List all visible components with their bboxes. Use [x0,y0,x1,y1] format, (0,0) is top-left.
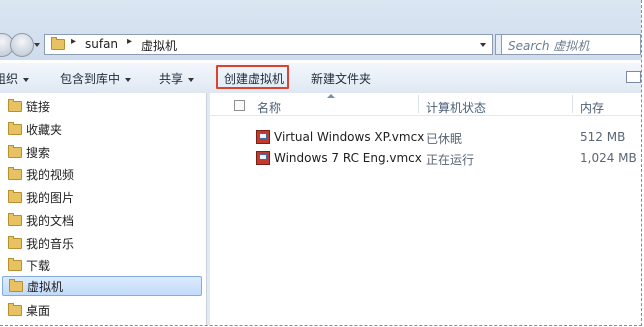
column-divider[interactable] [572,95,573,113]
column-header-row: 名称 计算机状态 内存 [210,93,641,116]
desktop-folder-icon [8,303,22,316]
chevron-down-icon [125,77,132,82]
forward-button[interactable] [10,33,34,57]
nav-item-label: 下载 [26,259,51,273]
chevron-down-icon [23,77,30,82]
folder-icon [51,37,65,50]
file-memory: 1,024 MB [580,151,637,165]
file-status: 已休眠 [426,132,463,146]
pictures-folder-icon [8,190,22,203]
nav-item-videos[interactable]: 我的视频 [8,164,204,184]
file-row[interactable]: Virtual Windows XP.vmcx 已休眠 512 MB [252,128,641,148]
recent-pages-dropdown-icon[interactable] [34,43,40,47]
nav-item-desktop[interactable]: 桌面 [8,300,204,320]
view-options-icon[interactable] [626,71,641,83]
nav-item-label: 我的图片 [26,191,75,205]
search-folder-icon [8,145,22,158]
column-header-name[interactable]: 名称 [257,99,281,116]
organize-button[interactable]: 组织 [0,70,30,87]
file-memory: 512 MB [580,130,626,144]
select-all-checkbox[interactable] [234,100,245,111]
breadcrumb-separator-icon[interactable]: ▸ [71,36,76,47]
file-list: 名称 计算机状态 内存 Virtual Windows XP.vmcx 已休眠 … [210,93,641,325]
nav-item-label: 收藏夹 [26,123,63,137]
breadcrumb-current[interactable]: 虚拟机 [141,37,177,54]
address-bar[interactable]: ▸ sufan ▸ 虚拟机 [44,34,493,55]
column-header-status[interactable]: 计算机状态 [426,99,486,116]
nav-item-label: 我的音乐 [26,237,75,251]
virtual-machine-file-icon [256,151,270,165]
include-in-library-button[interactable]: 包含到库中 [60,70,132,87]
navigation-pane: 链接 收藏夹 搜索 我的视频 我的图片 我的文档 我的音乐 下载 虚拟机 桌面 [0,93,206,325]
favorites-folder-icon [8,122,22,135]
file-row[interactable]: Windows 7 RC Eng.vmcx 正在运行 1,024 MB [252,149,641,169]
column-divider[interactable] [418,95,419,113]
nav-item-label: 桌面 [26,304,51,318]
command-bar: 组织 包含到库中 共享 创建虚拟机 新建文件夹 [0,62,641,94]
virtual-machines-folder-icon [9,279,23,292]
nav-item-downloads[interactable]: 下载 [8,255,204,275]
nav-item-label: 链接 [26,100,51,114]
create-vm-highlight [216,65,289,89]
videos-folder-icon [8,167,22,180]
nav-item-documents[interactable]: 我的文档 [8,210,204,230]
nav-item-label: 虚拟机 [27,280,64,294]
nav-item-searches[interactable]: 搜索 [8,142,204,162]
new-folder-button[interactable]: 新建文件夹 [311,70,371,87]
nav-item-label: 我的视频 [26,168,75,182]
downloads-folder-icon [8,258,22,271]
file-name: Virtual Windows XP.vmcx [274,130,425,144]
documents-folder-icon [8,213,22,226]
share-button[interactable]: 共享 [159,70,195,87]
nav-item-music[interactable]: 我的音乐 [8,233,204,253]
include-label: 包含到库中 [60,72,121,86]
organize-label: 组织 [0,72,19,86]
chevron-down-icon [188,77,195,82]
breadcrumb-separator-icon[interactable]: ▸ [127,36,132,47]
breadcrumb-sufan[interactable]: sufan [85,37,118,51]
address-dropdown-icon[interactable] [480,43,486,47]
file-name: Windows 7 RC Eng.vmcx [274,151,422,165]
nav-item-virtual-machines[interactable]: 虚拟机 [2,276,202,296]
nav-item-label: 我的文档 [26,214,75,228]
music-folder-icon [8,236,22,249]
sort-ascending-icon [327,94,335,98]
nav-item-favorites[interactable]: 收藏夹 [8,119,204,139]
nav-item-label: 搜索 [26,146,51,160]
nav-item-pictures[interactable]: 我的图片 [8,187,204,207]
file-status: 正在运行 [426,153,475,167]
share-label: 共享 [159,72,184,86]
virtual-machine-file-icon [256,130,270,144]
link-folder-icon [8,99,22,112]
search-placeholder: Search 虚拟机 [508,39,590,53]
nav-item-links[interactable]: 链接 [8,96,204,116]
address-row: ▸ sufan ▸ 虚拟机 ⇅ Search 虚拟机 [0,0,641,60]
explorer-window: ▸ sufan ▸ 虚拟机 ⇅ Search 虚拟机 组织 包含到库中 共享 创… [0,0,642,326]
column-header-memory[interactable]: 内存 [580,99,604,116]
search-input[interactable]: Search 虚拟机 [501,34,641,55]
